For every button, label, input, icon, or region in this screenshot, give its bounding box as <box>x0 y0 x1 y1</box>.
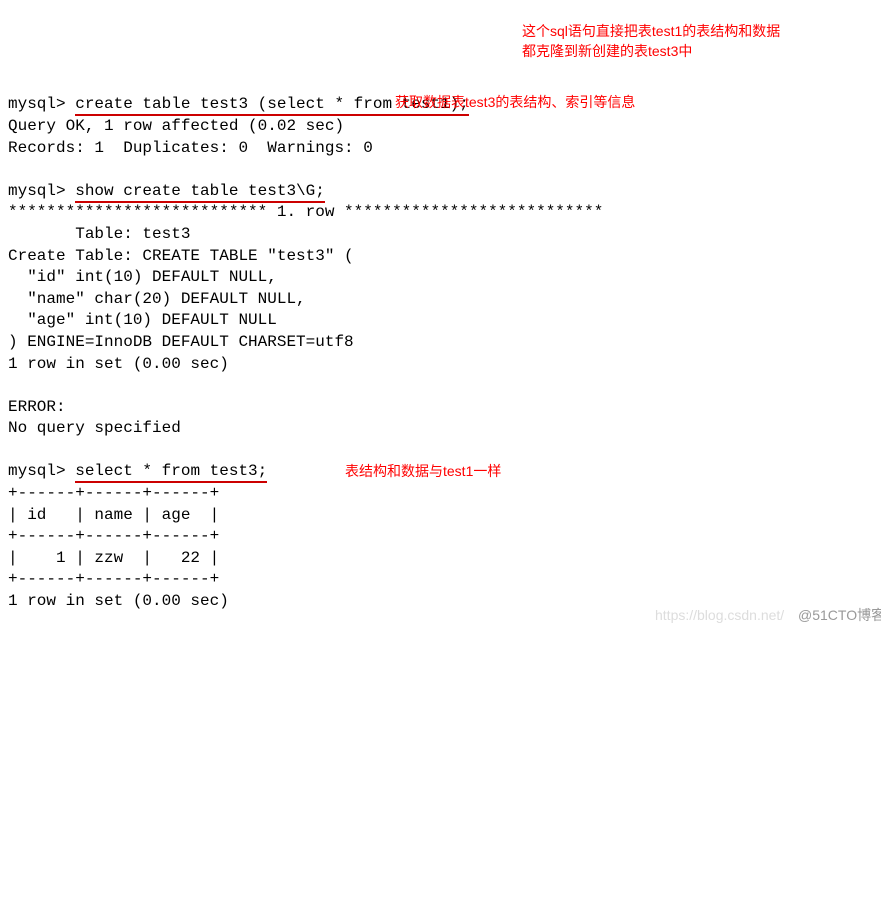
annotation-clone-explanation: 这个sql语句直接把表test1的表结构和数据都克隆到新创建的表test3中 <box>522 22 862 61</box>
sql-select-command[interactable]: select * from test3; <box>75 462 267 483</box>
sql-show-create-command[interactable]: show create table test3\G; <box>75 182 325 203</box>
records-line: Records: 1 Duplicates: 0 Warnings: 0 <box>8 139 373 157</box>
watermark-csdn: https://blog.csdn.net/ <box>655 606 784 625</box>
table-name-line: Table: test3 <box>8 225 190 243</box>
table-border: +------+------+------+ <box>8 527 219 545</box>
ddl-column-name: "name" char(20) DEFAULT NULL, <box>8 290 306 308</box>
ddl-engine-line: ) ENGINE=InnoDB DEFAULT CHARSET=utf8 <box>8 333 354 351</box>
prompt: mysql> <box>8 462 66 480</box>
annotation-same-as-test1: 表结构和数据与test1一样 <box>345 462 501 482</box>
error-label: ERROR: <box>8 398 66 416</box>
ddl-column-age: "age" int(10) DEFAULT NULL <box>8 311 277 329</box>
rows-in-set-line: 1 row in set (0.00 sec) <box>8 592 229 610</box>
table-border: +------+------+------+ <box>8 484 219 502</box>
ddl-column-id: "id" int(10) DEFAULT NULL, <box>8 268 277 286</box>
table-header-row: | id | name | age | <box>8 506 219 524</box>
annotation-show-create-explanation: 获取数据表test3的表结构、索引等信息 <box>395 93 635 113</box>
table-data-row: | 1 | zzw | 22 | <box>8 549 219 567</box>
query-ok-line: Query OK, 1 row affected (0.02 sec) <box>8 117 344 135</box>
error-message: No query specified <box>8 419 181 437</box>
watermark-51cto: @51CTO博客 <box>798 606 881 625</box>
prompt: mysql> <box>8 95 66 113</box>
rows-in-set-line: 1 row in set (0.00 sec) <box>8 355 229 373</box>
table-border: +------+------+------+ <box>8 570 219 588</box>
row-separator: *************************** 1. row *****… <box>8 203 603 221</box>
prompt: mysql> <box>8 182 66 200</box>
create-table-ddl: Create Table: CREATE TABLE "test3" ( <box>8 247 354 265</box>
